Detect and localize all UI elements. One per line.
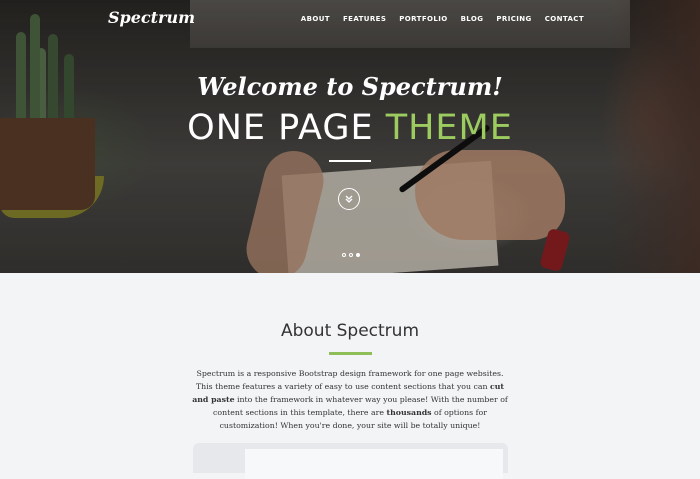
brand-logo[interactable]: Spectrum [108,8,195,27]
about-section: About Spectrum Spectrum is a responsive … [0,273,700,479]
chevron-double-down-icon [345,195,353,203]
carousel-dot-3[interactable] [356,253,360,257]
about-preview-card [193,443,508,479]
about-title: About Spectrum [280,321,420,341]
hero-welcome: Welcome to Spectrum! [197,72,503,101]
nav-menu: ABOUT FEATURES PORTFOLIO BLOG PRICING CO… [301,15,584,23]
nav-item-features[interactable]: FEATURES [343,15,386,23]
about-text: Spectrum is a responsive Bootstrap desig… [190,367,510,432]
hero-headline: ONE PAGE THEME [0,108,700,148]
about-preview-card-inner [245,449,503,479]
hero-section: Spectrum ABOUT FEATURES PORTFOLIO BLOG P… [0,0,700,273]
hero-divider [329,160,371,162]
carousel-indicators [342,253,360,257]
top-nav: Spectrum ABOUT FEATURES PORTFOLIO BLOG P… [0,0,700,38]
nav-item-portfolio[interactable]: PORTFOLIO [399,15,447,23]
about-text-part-1: Spectrum is a responsive Bootstrap desig… [195,369,504,391]
about-divider [329,352,372,355]
scroll-down-button[interactable] [338,188,360,210]
hero-headline-main: ONE PAGE [187,108,386,148]
carousel-dot-1[interactable] [342,253,346,257]
nav-item-contact[interactable]: CONTACT [545,15,584,23]
nav-item-pricing[interactable]: PRICING [496,15,531,23]
carousel-dot-2[interactable] [349,253,353,257]
about-text-bold-2: thousands [386,408,432,417]
nav-item-about[interactable]: ABOUT [301,15,330,23]
nav-item-blog[interactable]: BLOG [461,15,484,23]
hero-headline-accent: THEME [385,108,513,148]
